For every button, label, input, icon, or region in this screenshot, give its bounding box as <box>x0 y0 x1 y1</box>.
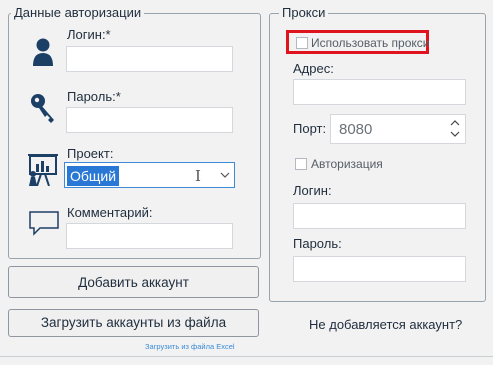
project-label: Проект: <box>67 146 114 161</box>
login-label: Логин:* <box>67 27 111 42</box>
use-proxy-checkbox[interactable] <box>296 37 308 49</box>
chevron-down-icon[interactable] <box>220 172 230 179</box>
text-cursor-icon: I <box>195 167 201 185</box>
chevron-down-icon[interactable] <box>450 131 460 138</box>
proxy-address-label: Адрес: <box>293 61 334 76</box>
project-select-value: Общий <box>67 166 120 186</box>
auth-group-title: Данные авторизации <box>11 5 145 21</box>
proxy-auth-checkbox[interactable] <box>295 158 307 170</box>
comment-label: Комментарий: <box>67 205 153 220</box>
comment-icon <box>29 211 59 236</box>
proxy-login-label: Логин: <box>293 183 332 198</box>
proxy-login-input[interactable] <box>293 203 466 229</box>
comment-input[interactable] <box>66 223 233 249</box>
proxy-port-label: Порт: <box>293 121 327 136</box>
login-input[interactable] <box>66 46 233 72</box>
proxy-address-input[interactable] <box>293 79 466 105</box>
password-label: Пароль:* <box>67 89 121 104</box>
proxy-auth-label[interactable]: Авторизация <box>311 156 383 172</box>
presentation-icon <box>28 154 58 186</box>
load-from-file-button[interactable]: Загрузить аккаунты из файла <box>8 309 259 337</box>
bottom-divider <box>0 356 493 357</box>
add-account-button-label: Добавить аккаунт <box>78 275 189 290</box>
load-from-file-button-label: Загрузить аккаунты из файла <box>40 315 227 330</box>
chevron-up-icon[interactable] <box>450 119 460 126</box>
load-from-excel-link[interactable]: Загрузить из файла Excel <box>145 342 235 351</box>
add-account-button[interactable]: Добавить аккаунт <box>8 266 259 298</box>
proxy-port-value: 8080 <box>339 121 373 138</box>
proxy-password-input[interactable] <box>293 256 466 282</box>
password-input[interactable] <box>66 107 233 133</box>
key-icon <box>31 94 54 123</box>
user-icon <box>33 38 53 66</box>
proxy-group-title: Прокси <box>279 5 329 21</box>
project-select[interactable]: Общий I <box>64 162 235 188</box>
proxy-port-stepper[interactable]: 8080 <box>330 114 466 144</box>
help-link[interactable]: Не добавляется аккаунт? <box>309 317 462 333</box>
proxy-password-label: Пароль: <box>293 236 342 251</box>
use-proxy-label[interactable]: Использовать прокси <box>311 35 430 51</box>
